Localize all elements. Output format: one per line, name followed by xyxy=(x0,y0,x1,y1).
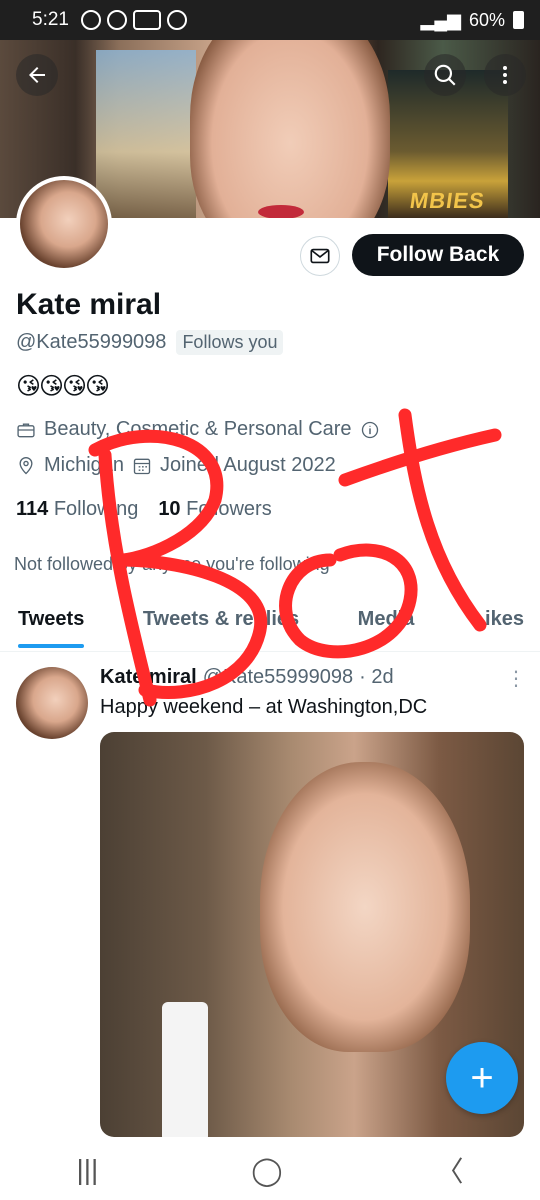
calendar-icon xyxy=(133,458,151,474)
recent-apps-icon[interactable]: ||| xyxy=(76,1154,98,1186)
profile-category: Beauty, Cosmetic & Personal Care xyxy=(44,418,352,440)
battery-percent: 60% xyxy=(468,9,505,30)
profile-handle: @Kate55999098 xyxy=(16,331,167,353)
back-button[interactable] xyxy=(16,54,58,96)
home-icon[interactable]: ◯ xyxy=(251,1154,282,1187)
circle-app-icon xyxy=(106,10,127,30)
tab-tweets[interactable]: Tweets xyxy=(18,596,85,651)
info-icon[interactable] xyxy=(360,420,380,440)
briefcase-icon xyxy=(17,423,35,437)
tweet-handle: @Kate55999098 xyxy=(202,666,354,688)
signal-icon: ▂▄▆ xyxy=(420,9,461,30)
profile-tabs: Tweets Tweets & replies Media Likes xyxy=(0,596,540,652)
not-followed-notice: Not followed by anyone you're following xyxy=(14,554,330,574)
tweet-time: · 2d xyxy=(359,666,394,688)
status-bar: 5:21 ▂▄▆ 60% xyxy=(0,0,540,40)
banner-portrait xyxy=(190,40,390,218)
system-status: ▂▄▆ 60% xyxy=(421,10,524,31)
follow-back-button[interactable]: Follow Back xyxy=(352,234,524,276)
category-row: Beauty, Cosmetic & Personal Care xyxy=(16,418,380,441)
tab-tweets-replies[interactable]: Tweets & replies xyxy=(143,596,299,651)
tweet-text: Happy weekend – at Washington,DC xyxy=(100,696,428,718)
status-time: 5:21 xyxy=(32,9,69,30)
tab-media[interactable]: Media xyxy=(358,596,415,651)
search-icon xyxy=(434,64,456,86)
compose-button[interactable]: + xyxy=(446,1042,518,1114)
system-nav-bar: ||| ◯ 〈 xyxy=(0,1140,540,1200)
envelope-icon xyxy=(310,248,330,264)
handle-row: @Kate55999098 Follows you xyxy=(16,330,284,355)
more-options-button[interactable] xyxy=(484,54,526,96)
follow-counts: 114 Following 10 Followers xyxy=(16,498,272,521)
following-link[interactable]: 114 Following xyxy=(16,498,138,521)
followers-label: Followers xyxy=(186,498,272,520)
banner-poster-left xyxy=(96,50,196,218)
tab-likes[interactable]: Likes xyxy=(473,596,524,651)
bulb-icon xyxy=(166,10,187,30)
profile-name: Kate miral xyxy=(16,288,162,321)
battery-icon xyxy=(513,11,524,29)
nav-back-icon[interactable]: 〈 xyxy=(436,1150,464,1190)
notification-icons xyxy=(80,10,187,30)
ring-icon xyxy=(132,10,161,30)
tweet-header: Kate miral @Kate55999098 · 2d xyxy=(100,666,394,689)
tweet-more-icon[interactable]: ⋮ xyxy=(506,666,526,691)
location-pin-icon xyxy=(19,456,33,474)
back-arrow-icon xyxy=(29,67,45,83)
follows-you-badge: Follows you xyxy=(176,330,284,355)
profile-location: Michigan xyxy=(44,454,125,476)
message-button[interactable] xyxy=(300,236,340,276)
following-label: Following xyxy=(53,498,139,520)
scribble-letter-t xyxy=(338,408,502,632)
location-joined-row: Michigan Joined August 2022 xyxy=(16,454,336,477)
tweet-photo-strap xyxy=(162,1002,208,1137)
search-button[interactable] xyxy=(424,54,466,96)
profile-joined: Joined August 2022 xyxy=(160,454,336,476)
spotify-icon xyxy=(80,10,101,30)
tweet-photo-portrait xyxy=(260,762,470,1052)
following-count: 114 xyxy=(16,498,49,520)
more-vertical-icon xyxy=(503,66,507,84)
banner-portrait-lips xyxy=(258,205,304,218)
profile-avatar[interactable] xyxy=(16,176,112,272)
followers-count: 10 xyxy=(158,498,181,520)
plus-icon: + xyxy=(470,1055,494,1100)
tweet-author[interactable]: Kate miral xyxy=(100,666,197,689)
followers-link[interactable]: 10 Followers xyxy=(158,498,271,521)
tweet-avatar[interactable] xyxy=(16,667,88,739)
profile-bio: 😘😘😘😘 xyxy=(16,373,110,400)
